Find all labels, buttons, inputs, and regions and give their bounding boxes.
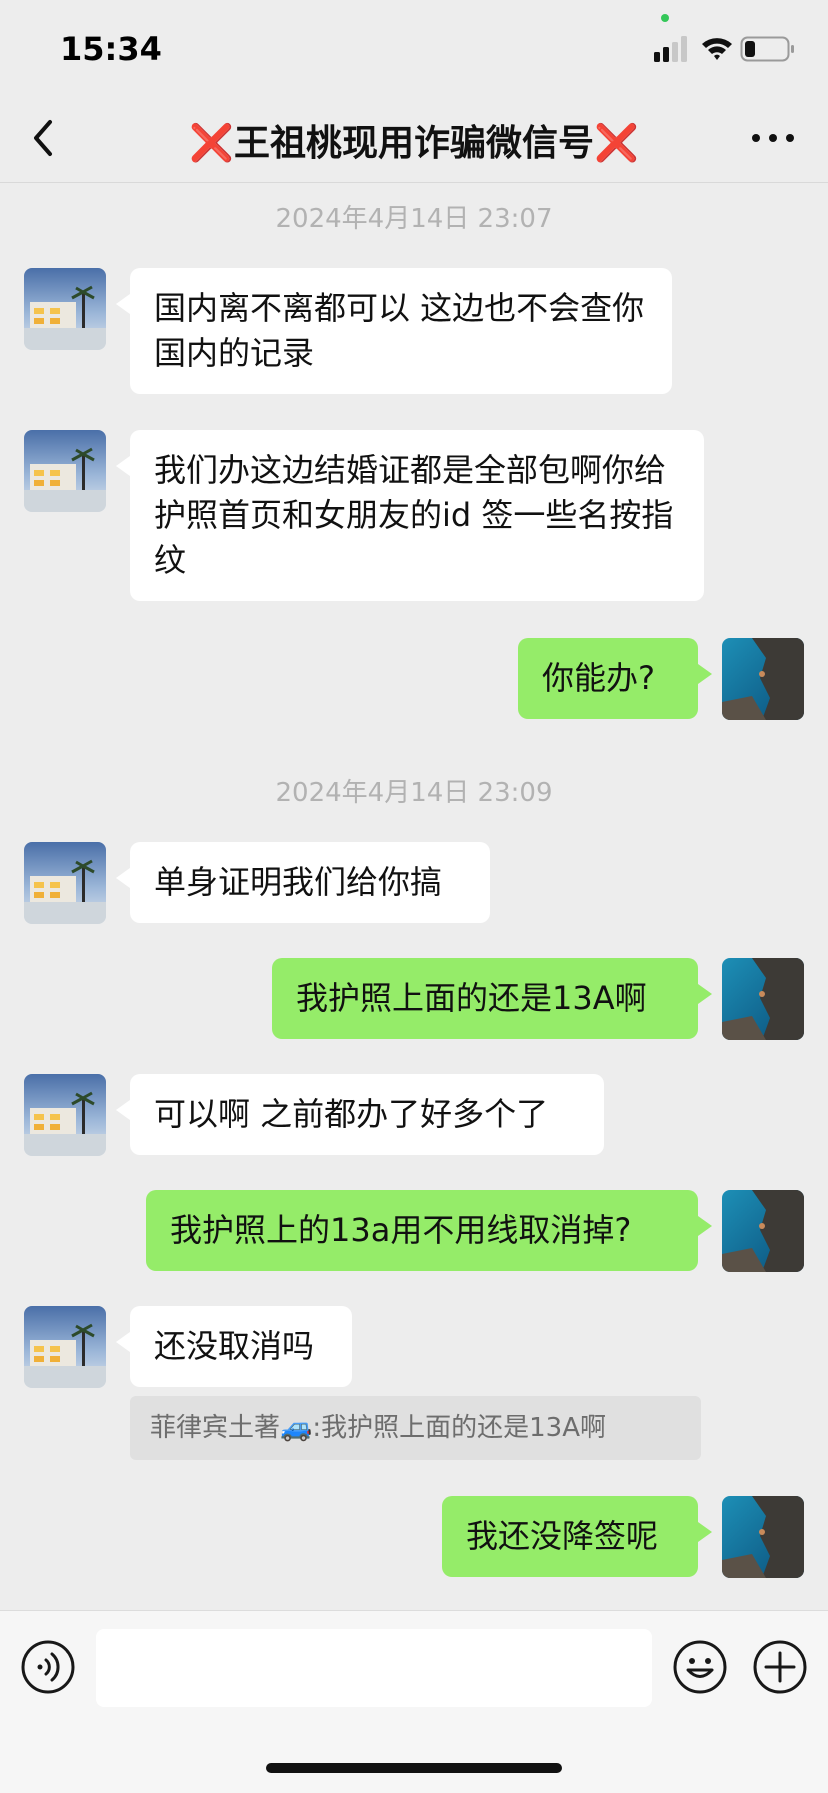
home-indicator[interactable] bbox=[266, 1763, 562, 1773]
cellular-signal-icon bbox=[654, 36, 687, 62]
message-bubble-outgoing[interactable]: 我还没降签呢 bbox=[442, 1496, 712, 1577]
message-bubble-incoming[interactable]: 国内离不离都可以 这边也不会查你国内的记录 bbox=[116, 268, 672, 394]
message-bubble-outgoing[interactable]: 我护照上的13a用不用线取消掉? bbox=[146, 1190, 712, 1271]
villa-photo-icon bbox=[24, 842, 106, 924]
my-avatar[interactable] bbox=[722, 958, 804, 1040]
chat-timestamp: 2024年4月14日 23:07 bbox=[275, 204, 553, 234]
coastal-cliff-photo-icon bbox=[722, 1496, 804, 1578]
contact-avatar[interactable] bbox=[24, 1074, 106, 1156]
voice-icon[interactable] bbox=[20, 1639, 76, 1695]
more-dots-icon[interactable] bbox=[748, 120, 798, 156]
my-avatar[interactable] bbox=[722, 638, 804, 720]
message-bubble-incoming[interactable]: 单身证明我们给你搞 bbox=[116, 842, 490, 923]
chat-title: ❌王祖桃现用诈骗微信号❌ bbox=[189, 123, 639, 164]
wifi-icon bbox=[702, 38, 732, 60]
plus-icon[interactable] bbox=[752, 1639, 808, 1695]
villa-photo-icon bbox=[24, 1074, 106, 1156]
chat-timestamp: 2024年4月14日 23:09 bbox=[275, 778, 553, 808]
villa-photo-icon bbox=[24, 268, 106, 350]
status-time: 15:34 bbox=[60, 30, 162, 68]
privacy-indicator-dot bbox=[661, 14, 669, 22]
chat-header: ❌王祖桃现用诈骗微信号❌ bbox=[0, 96, 828, 183]
message-bubble-outgoing[interactable]: 我护照上面的还是13A啊 bbox=[272, 958, 712, 1039]
emoji-icon[interactable] bbox=[672, 1639, 728, 1695]
message-bubble-outgoing[interactable]: 你能办? bbox=[518, 638, 712, 719]
contact-avatar[interactable] bbox=[24, 842, 106, 924]
villa-photo-icon bbox=[24, 1306, 106, 1388]
my-avatar[interactable] bbox=[722, 1190, 804, 1272]
villa-photo-icon bbox=[24, 430, 106, 512]
coastal-cliff-photo-icon bbox=[722, 958, 804, 1040]
my-avatar[interactable] bbox=[722, 1496, 804, 1578]
contact-avatar[interactable] bbox=[24, 268, 106, 350]
status-bar: 15:34 bbox=[0, 0, 828, 96]
message-bubble-incoming[interactable]: 还没取消吗 bbox=[116, 1306, 352, 1387]
battery-icon bbox=[740, 36, 794, 62]
coastal-cliff-photo-icon bbox=[722, 638, 804, 720]
message-text-input[interactable] bbox=[96, 1629, 652, 1707]
chevron-left-icon[interactable] bbox=[28, 116, 58, 160]
contact-avatar[interactable] bbox=[24, 1306, 106, 1388]
contact-avatar[interactable] bbox=[24, 430, 106, 512]
coastal-cliff-photo-icon bbox=[722, 1190, 804, 1272]
message-bubble-incoming[interactable]: 可以啊 之前都办了好多个了 bbox=[116, 1074, 604, 1155]
message-bubble-incoming[interactable]: 我们办这边结婚证都是全部包啊你给护照首页和女朋友的id 签一些名按指纹 bbox=[116, 430, 704, 601]
quoted-message[interactable]: 菲律宾土著🚙:我护照上面的还是13A啊 bbox=[130, 1396, 701, 1460]
